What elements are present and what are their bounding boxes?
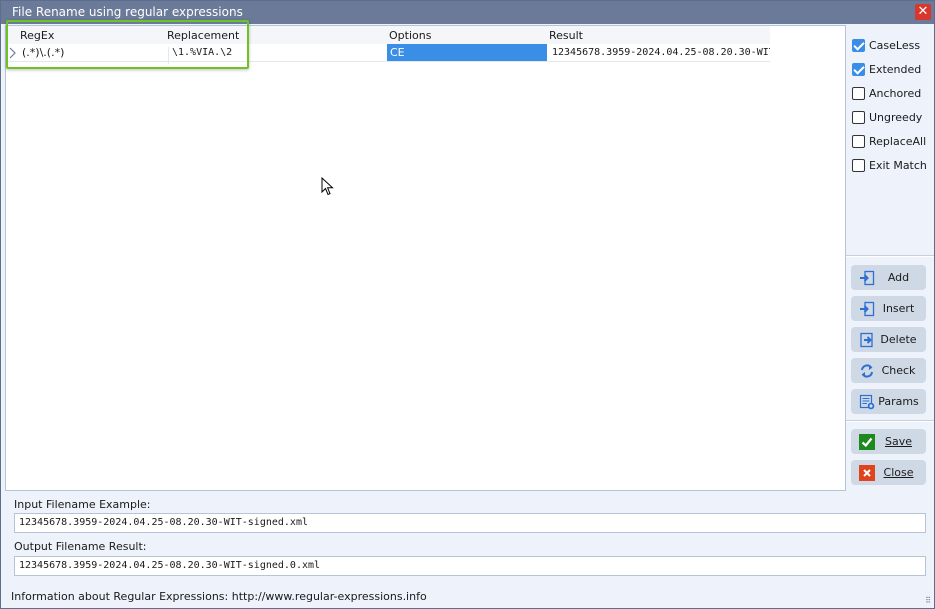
output-filename-field[interactable]: 12345678.3959-2024.04.25-08.20.30-WIT-si… [14, 556, 926, 576]
delete-icon [859, 332, 875, 348]
add-icon [859, 270, 875, 286]
input-filename-field[interactable]: 12345678.3959-2024.04.25-08.20.30-WIT-si… [14, 513, 926, 533]
column-header-result[interactable]: Result [549, 29, 583, 42]
checkbox-box[interactable] [852, 38, 865, 52]
checkbox-box[interactable] [852, 110, 865, 124]
checkmark-icon [859, 433, 875, 450]
checkbox-anchored[interactable]: Anchored [852, 85, 921, 101]
refresh-icon [859, 363, 875, 379]
close-x-icon[interactable]: ✕ [915, 4, 931, 20]
file-rename-dialog: File Rename using regular expressions ✕ … [0, 0, 935, 609]
output-filename-label: Output Filename Result: [14, 540, 147, 553]
checkbox-replaceall[interactable]: ReplaceAll [852, 133, 926, 149]
checkbox-label: Anchored [869, 86, 922, 100]
close-label: Close [883, 466, 914, 479]
checkbox-box[interactable] [852, 62, 865, 76]
params-label: Params [878, 395, 919, 408]
regex-info-link[interactable]: Information about Regular Expressions: h… [11, 590, 427, 603]
save-label: Save [884, 435, 912, 448]
checkbox-box[interactable] [852, 86, 865, 100]
column-header-replacement[interactable]: Replacement [167, 29, 239, 42]
cancel-x-icon [859, 464, 875, 481]
cell-options[interactable]: CE [387, 44, 547, 61]
close-button[interactable]: Close [851, 460, 926, 485]
resize-grip-icon[interactable]: ⠿ [925, 596, 931, 605]
checkbox-ungreedy[interactable]: Ungreedy [852, 109, 922, 125]
cell-regex[interactable]: (.*)\.(.*) [22, 46, 166, 59]
checkbox-label: CaseLess [869, 38, 921, 52]
checkbox-box[interactable] [852, 134, 865, 148]
column-header-options[interactable]: Options [389, 29, 431, 42]
cell-replacement[interactable]: \1.%VIA.\2 [168, 47, 386, 64]
params-button[interactable]: Params [851, 389, 926, 414]
checkbox-caseless[interactable]: CaseLess [852, 37, 920, 53]
check-button[interactable]: Check [851, 358, 926, 383]
grid-header: RegEx Replacement Options Result [6, 26, 770, 44]
save-button[interactable]: Save [851, 429, 926, 454]
checkbox-extended[interactable]: Extended [852, 61, 921, 77]
checkbox-label: Extended [869, 62, 922, 76]
checkbox-label: ReplaceAll [869, 134, 927, 148]
options-panel: CaseLess Extended Anchored Ungreedy Repl… [846, 25, 934, 491]
window-title: File Rename using regular expressions [12, 5, 243, 19]
insert-label: Insert [882, 302, 915, 315]
title-bar: File Rename using regular expressions ✕ [1, 1, 934, 24]
insert-button[interactable]: Insert [851, 296, 926, 321]
check-label: Check [881, 364, 916, 377]
insert-icon [859, 301, 875, 317]
params-list-icon [859, 394, 875, 410]
checkbox-box[interactable] [852, 158, 865, 172]
divider [846, 255, 934, 257]
checkbox-exit-match[interactable]: Exit Match [852, 157, 927, 173]
column-header-regex[interactable]: RegEx [20, 29, 54, 42]
regex-grid[interactable]: RegEx Replacement Options Result (.*)\.(… [5, 25, 846, 491]
add-button[interactable]: Add [851, 265, 926, 290]
divider [846, 420, 934, 422]
checkbox-label: Exit Match [869, 158, 927, 172]
checkbox-label: Ungreedy [869, 110, 923, 124]
input-filename-label: Input Filename Example: [14, 498, 151, 511]
table-row[interactable]: (.*)\.(.*) \1.%VIA.\2 CE 12345678.3959-2… [6, 44, 770, 64]
cell-result: 12345678.3959-2024.04.25-08.20.30-WIT-s [552, 47, 770, 58]
delete-button[interactable]: Delete [851, 327, 926, 352]
chevron-right-icon [9, 47, 17, 59]
delete-label: Delete [880, 333, 917, 346]
mouse-cursor-icon [321, 176, 335, 200]
add-label: Add [887, 271, 910, 284]
